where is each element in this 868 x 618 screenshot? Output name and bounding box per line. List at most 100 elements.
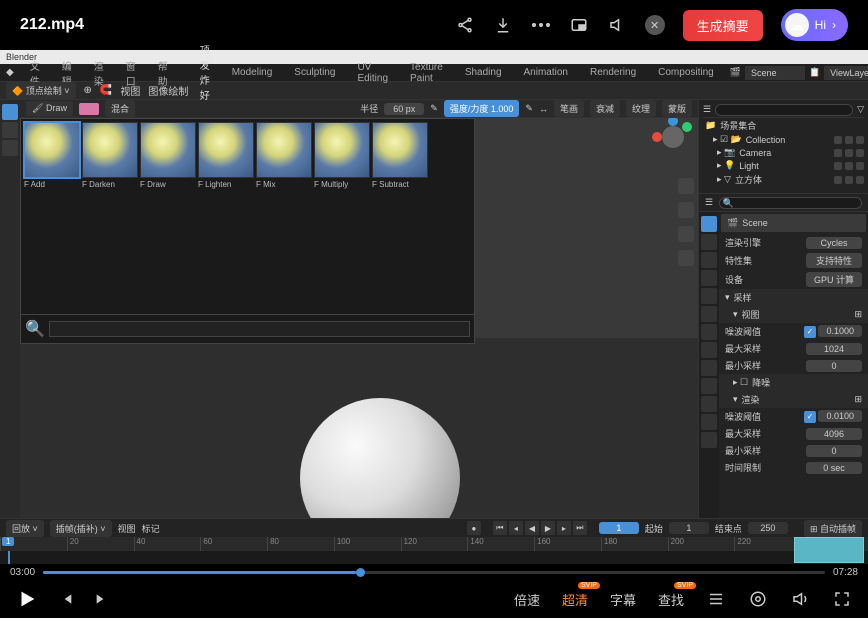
noise-checkbox[interactable]: ✓: [804, 326, 816, 338]
strength-field[interactable]: 强度/力度 1.000: [444, 100, 520, 117]
subtitle-button[interactable]: 字幕: [610, 590, 636, 609]
viewlayer-field[interactable]: [824, 66, 868, 80]
output-tab[interactable]: [701, 234, 717, 250]
download-icon[interactable]: [493, 15, 513, 35]
axis-z[interactable]: [668, 118, 678, 126]
data-tab[interactable]: [701, 396, 717, 412]
image-menu[interactable]: 图像绘制: [148, 83, 188, 98]
jump-end-icon[interactable]: ⏭: [573, 521, 587, 535]
shading-dropdown[interactable]: ⊞ 自动插帧: [804, 520, 862, 537]
scene-datablock[interactable]: 🎬 Scene: [721, 214, 866, 232]
avatar-button[interactable]: ☁ Hi ›: [781, 9, 848, 41]
workspace-tab[interactable]: Sculpting: [288, 65, 341, 80]
perspective-icon[interactable]: [678, 250, 694, 266]
scene-tab[interactable]: [701, 270, 717, 286]
props-search[interactable]: 🔍: [719, 197, 862, 209]
zoom-icon[interactable]: [678, 178, 694, 194]
workspace-tab[interactable]: Texture Paint: [404, 60, 449, 86]
jump-start-icon[interactable]: ⏮: [493, 521, 507, 535]
progress-bar[interactable]: [43, 571, 825, 574]
material-tab[interactable]: [701, 414, 717, 430]
more-icon[interactable]: [531, 15, 551, 35]
radius-field[interactable]: [384, 103, 424, 115]
pressure-icon[interactable]: ✎: [430, 103, 438, 114]
blend-mode[interactable]: 混合: [105, 100, 135, 117]
feature-select[interactable]: 支持特性: [806, 253, 862, 268]
volume-icon[interactable]: [790, 589, 810, 609]
timeline-marker[interactable]: 标记: [142, 522, 160, 535]
speed-button[interactable]: 倍速: [514, 590, 540, 609]
outliner-item[interactable]: ▸ 📷 Camera: [703, 146, 864, 159]
outliner-root[interactable]: 📁 场景集合: [703, 118, 864, 133]
world-tab[interactable]: [701, 288, 717, 304]
rnoise-field[interactable]: 0.0100: [818, 410, 862, 422]
brush-preset[interactable]: F Add: [24, 122, 80, 191]
outliner-collection[interactable]: ▸ ☑ 📂 Collection: [703, 133, 864, 146]
share-icon[interactable]: [455, 15, 475, 35]
workspace-tab[interactable]: Rendering: [584, 65, 642, 80]
prev-button[interactable]: [58, 591, 74, 607]
view-menu[interactable]: 视图: [120, 83, 140, 98]
workspace-tab[interactable]: Animation: [518, 65, 574, 80]
texture-tab[interactable]: [701, 432, 717, 448]
filter-icon[interactable]: ▽: [857, 104, 864, 115]
denoise-section[interactable]: ▸ ☐ 降噪: [719, 374, 868, 391]
brush-dropdown[interactable]: 🖌 Draw: [26, 101, 73, 116]
texture-menu[interactable]: 纹理: [626, 100, 656, 117]
outliner-item[interactable]: ▸ ▽ 立方体: [703, 172, 864, 187]
sampling-section[interactable]: ▾ 采样: [719, 289, 868, 306]
max-samples-field[interactable]: 1024: [806, 343, 862, 355]
render-tab[interactable]: [701, 216, 717, 232]
device-select[interactable]: GPU 计算: [806, 272, 862, 287]
modifier-tab[interactable]: [701, 324, 717, 340]
camera-icon[interactable]: [678, 226, 694, 242]
rnoise-checkbox[interactable]: ✓: [804, 411, 816, 423]
time-field[interactable]: 0 sec: [806, 462, 862, 474]
pan-icon[interactable]: [678, 202, 694, 218]
start-frame[interactable]: [669, 522, 709, 534]
brush-preset[interactable]: F Lighten: [198, 122, 254, 191]
mirror-icon[interactable]: ↔: [539, 104, 548, 114]
play-fwd-icon[interactable]: ▶: [541, 521, 555, 535]
particle-tab[interactable]: [701, 342, 717, 358]
pip-icon[interactable]: [569, 15, 589, 35]
viewlayer-tab[interactable]: [701, 252, 717, 268]
render-section[interactable]: ▾ 渲染⊞: [719, 391, 868, 408]
axis-x[interactable]: [652, 132, 662, 142]
draw-tool[interactable]: [2, 104, 18, 120]
rmin-field[interactable]: 0: [806, 445, 862, 457]
axis-y[interactable]: [682, 122, 692, 132]
pressure-icon[interactable]: ✎: [525, 103, 533, 114]
outliner-mode-icon[interactable]: ☰: [703, 104, 711, 115]
prev-key-icon[interactable]: ◂: [509, 521, 523, 535]
play-rev-icon[interactable]: ◀: [525, 521, 539, 535]
autokey-toggle[interactable]: ●: [467, 521, 481, 535]
scene-field[interactable]: [745, 66, 805, 80]
constraint-tab[interactable]: [701, 378, 717, 394]
timeline-ruler[interactable]: 020406080100120140160180200220240: [0, 537, 868, 551]
workspace-tab[interactable]: Shading: [459, 65, 508, 80]
settings-icon[interactable]: [748, 589, 768, 609]
generate-summary-button[interactable]: 生成摘要: [683, 10, 763, 41]
current-frame[interactable]: [599, 522, 639, 534]
mode-dropdown[interactable]: 🔶 顶点绘制 ˅: [6, 82, 76, 99]
mask-menu[interactable]: 蒙版: [662, 100, 692, 117]
props-mode-icon[interactable]: ☰: [705, 197, 713, 208]
noise-field[interactable]: 0.1000: [818, 325, 862, 337]
workspace-tab[interactable]: 顶发炸好: [194, 40, 216, 106]
find-button[interactable]: 查找SVIP: [658, 590, 684, 609]
brush-preset[interactable]: F Mix: [256, 122, 312, 191]
engine-select[interactable]: Cycles: [806, 237, 862, 249]
color-swatch[interactable]: [79, 103, 99, 115]
next-key-icon[interactable]: ▸: [557, 521, 571, 535]
end-frame[interactable]: [748, 522, 788, 534]
outliner-item[interactable]: ▸ 💡 Light: [703, 159, 864, 172]
falloff-menu[interactable]: 衰减: [590, 100, 620, 117]
timeline-view[interactable]: 视图: [118, 522, 136, 535]
brush-preset[interactable]: F Subtract: [372, 122, 428, 191]
stroke-menu[interactable]: 笔画: [554, 100, 584, 117]
sound-icon[interactable]: [607, 15, 627, 35]
quality-button[interactable]: 超清SVIP: [562, 590, 588, 609]
workspace-tab[interactable]: UV Editing: [351, 60, 394, 86]
close-banner-icon[interactable]: ✕: [645, 15, 665, 35]
